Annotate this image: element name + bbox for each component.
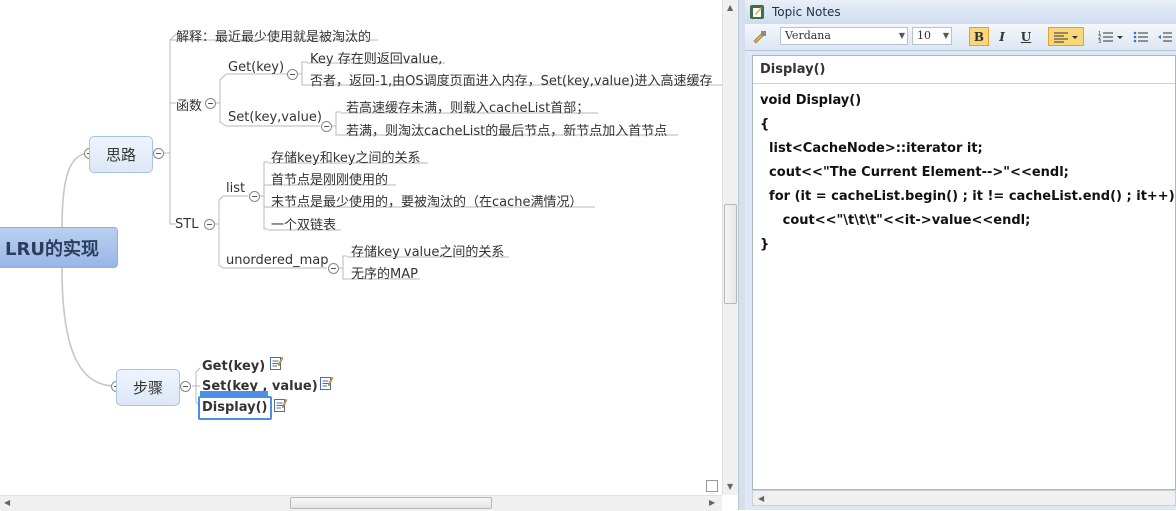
map-navigator-icon[interactable]	[706, 480, 718, 492]
topic-functions[interactable]: 函数	[176, 95, 202, 114]
notes-title-bar: Topic Notes	[745, 0, 1176, 25]
topic-stl[interactable]: STL	[175, 217, 198, 232]
code-line: for (it = cacheList.begin() ; it != cach…	[760, 189, 1175, 204]
topic-set-item-2[interactable]: 若满，则淘汰cacheList的最后节点，新节点加入首节点	[346, 120, 667, 139]
scroll-left-icon[interactable]: ◀	[4, 498, 10, 507]
step-get-key[interactable]: Get(key)	[202, 359, 265, 374]
explain-text[interactable]: 解释：最近最少使用就是被淘汰的	[176, 26, 371, 45]
collapse-toggle-stl[interactable]	[204, 219, 215, 230]
format-painter-icon[interactable]	[750, 27, 770, 46]
branch-idea-node[interactable]: 思路	[89, 136, 153, 173]
collapse-toggle-get-key[interactable]	[287, 69, 298, 80]
italic-button[interactable]: I	[992, 27, 1012, 46]
root-node-label: LRU的实现	[5, 238, 99, 260]
font-family-value: Verdana	[785, 29, 831, 42]
branch-idea-label: 思路	[105, 146, 136, 164]
scroll-left-icon[interactable]: ◀	[758, 494, 764, 503]
notes-title: Topic Notes	[772, 5, 841, 19]
code-line: cout<<"\t\t\t"<<it->value<<endl;	[760, 213, 1031, 228]
horizontal-scroll-thumb[interactable]	[290, 497, 492, 509]
branch-steps-node[interactable]: 步骤	[116, 369, 180, 406]
scroll-down-icon[interactable]: ▼	[727, 482, 733, 491]
code-line: {	[760, 117, 770, 132]
topic-set-key-value[interactable]: Set(key,value)	[228, 110, 322, 125]
bullet-list-button[interactable]	[1131, 27, 1151, 46]
svg-text:3: 3	[1098, 39, 1101, 44]
collapse-toggle-idea[interactable]	[153, 148, 164, 159]
chevron-down-icon: ▼	[898, 31, 905, 40]
topic-get-key[interactable]: Get(key)	[228, 60, 284, 75]
topic-notes-panel: Topic Notes Verdana ▼ 10 ▼ B I U 123 Dis…	[745, 0, 1176, 510]
topic-umap-item-1[interactable]: 存储key value之间的关系	[351, 241, 504, 260]
align-left-icon	[1054, 32, 1078, 42]
note-icon[interactable]	[270, 356, 283, 370]
code-line: cout<<"The Current Element-->"<<endl;	[760, 165, 1069, 180]
notes-icon	[750, 5, 764, 19]
topic-get-item-2[interactable]: 否者，返回-1,由OS调度页面进入内存，Set(key,value)进入高速缓存	[310, 70, 712, 89]
font-size-value: 10	[917, 29, 931, 42]
outdent-button[interactable]	[1155, 27, 1175, 46]
topic-list-item-2[interactable]: 首节点是刚刚使用的	[271, 169, 388, 188]
topic-umap-item-2[interactable]: 无序的MAP	[351, 263, 418, 282]
vertical-scroll-thumb[interactable]	[724, 204, 737, 304]
code-line: void Display()	[760, 93, 862, 108]
code-line: }	[760, 237, 770, 252]
panel-splitter[interactable]	[738, 0, 745, 510]
collapse-toggle-steps[interactable]	[180, 381, 191, 392]
scroll-right-icon[interactable]: ▶	[709, 498, 715, 507]
notes-format-toolbar: Verdana ▼ 10 ▼ B I U 123	[745, 24, 1176, 51]
collapse-toggle-set-key-value[interactable]	[321, 121, 332, 132]
note-icon[interactable]	[320, 376, 333, 390]
branch-steps-label: 步骤	[132, 379, 163, 397]
note-icon[interactable]	[274, 398, 287, 412]
notes-editor[interactable]: Display() void Display() { list<CacheNod…	[752, 55, 1176, 490]
bold-button[interactable]: B	[969, 27, 989, 46]
underline-button[interactable]: U	[1016, 27, 1036, 46]
numbered-list-button[interactable]: 123	[1097, 27, 1127, 46]
collapse-toggle-unordered-map[interactable]	[328, 263, 339, 274]
topic-unordered-map[interactable]: unordered_map	[226, 253, 329, 268]
align-left-button[interactable]	[1048, 27, 1084, 46]
root-node[interactable]: LRU的实现	[0, 227, 118, 268]
numbered-list-icon: 123	[1098, 31, 1123, 44]
collapse-toggle-functions[interactable]	[205, 98, 216, 109]
code-line: list<CacheNode>::iterator it;	[760, 141, 983, 156]
font-family-select[interactable]: Verdana ▼	[780, 27, 908, 45]
canvas-vertical-scrollbar[interactable]: ▲ ▼	[722, 0, 739, 495]
topic-list-item-4[interactable]: 一个双链表	[271, 214, 336, 233]
canvas-horizontal-scrollbar[interactable]: ◀ ▶	[0, 495, 722, 511]
scroll-up-icon[interactable]: ▲	[727, 3, 733, 12]
font-size-select[interactable]: 10 ▼	[912, 27, 952, 45]
topic-set-item-1[interactable]: 若高速缓存未满，则载入cacheList首部；	[346, 97, 589, 116]
collapse-toggle-list[interactable]	[249, 191, 260, 202]
chevron-down-icon: ▼	[942, 31, 949, 40]
topic-list-item-1[interactable]: 存储key和key之间的关系	[271, 147, 421, 166]
step-display[interactable]: Display()	[202, 400, 267, 415]
topic-get-item-1[interactable]: Key 存在则返回value,	[310, 48, 442, 67]
topic-list[interactable]: list	[226, 181, 245, 196]
notes-topic-heading: Display()	[753, 56, 1175, 84]
outdent-icon	[1158, 32, 1172, 41]
selected-topic-handle[interactable]	[200, 391, 268, 396]
topic-list-item-3[interactable]: 末节点是最少使用的，要被淘汰的（在cache满情况）	[271, 191, 583, 210]
mindmap-canvas[interactable]: LRU的实现 思路 解释：最近最少使用就是被淘汰的 函数 Get(key) Ke…	[0, 0, 722, 495]
notes-horizontal-scrollbar[interactable]: ◀	[752, 490, 1176, 506]
bullet-list-icon	[1133, 31, 1148, 42]
